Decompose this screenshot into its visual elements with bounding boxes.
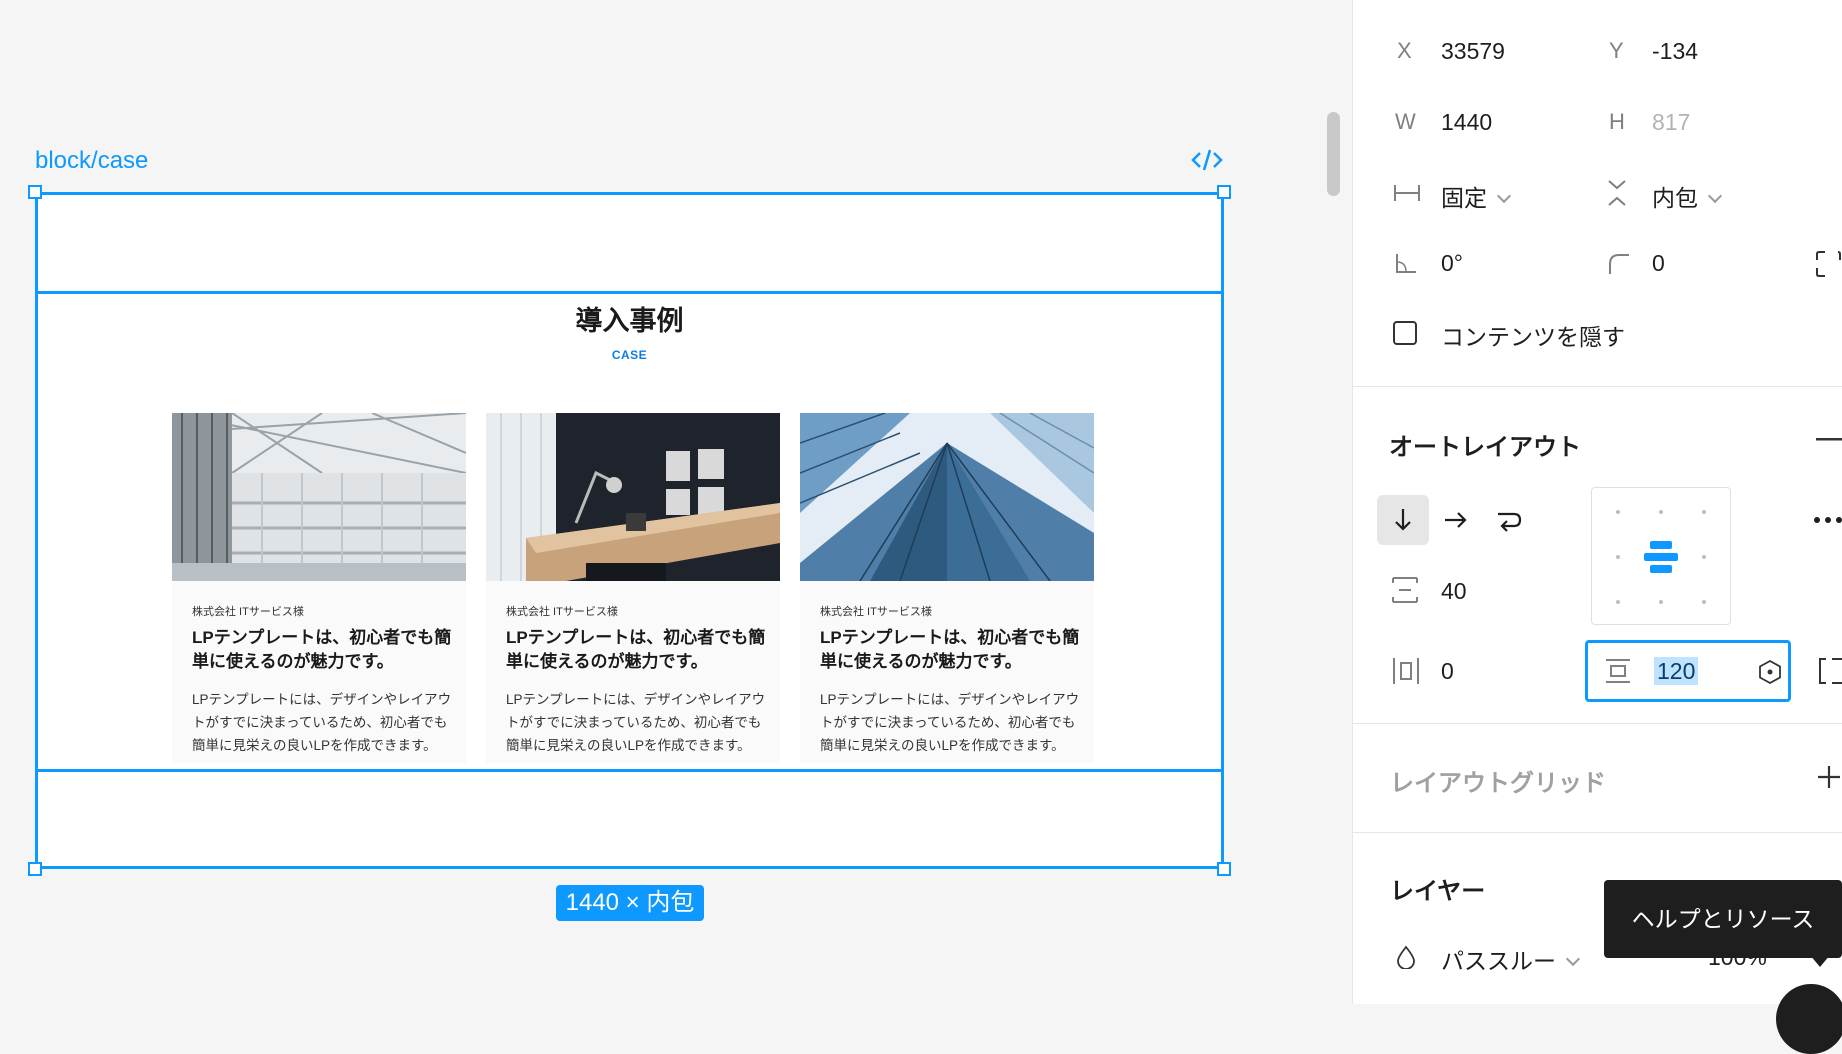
case-card[interactable]: 株式会社 ITサービス様 LPテンプレートは、初心者でも簡単に使えるのが魅力です… (172, 413, 466, 763)
resize-handle-bottom-left[interactable] (28, 862, 42, 876)
corner-radius-icon (1609, 254, 1629, 274)
spacing-between-icon (1392, 577, 1418, 603)
remove-autolayout-icon[interactable] (1816, 438, 1842, 442)
card-title: LPテンプレートは、初心者でも簡単に使えるのが魅力です。 (192, 628, 452, 671)
canvas-scrollbar[interactable] (1327, 112, 1340, 196)
vertical-resize-icon (1608, 180, 1626, 206)
card-company: 株式会社 ITサービス様 (506, 606, 618, 618)
section-title: 導入事例 (575, 306, 684, 336)
wrap-direction-button[interactable] (1483, 495, 1535, 545)
x-input[interactable]: 33579 (1441, 38, 1505, 65)
individual-padding-icon[interactable] (1816, 656, 1842, 686)
horizontal-direction-button[interactable] (1430, 495, 1482, 545)
horizontal-padding-icon (1393, 658, 1419, 684)
case-image-office (486, 413, 780, 581)
wrap-arrow-icon (1498, 512, 1522, 532)
case-image-skyscraper (800, 413, 1094, 581)
h-input[interactable]: 817 (1652, 109, 1690, 136)
vertical-direction-button[interactable] (1377, 495, 1429, 545)
blend-drop-icon (1397, 945, 1415, 969)
vertical-padding-input[interactable]: 120 (1654, 657, 1699, 685)
vertical-padding-field[interactable]: 120 (1585, 640, 1791, 702)
case-image-atrium (172, 413, 466, 581)
w-label: W (1395, 109, 1416, 134)
align-dot[interactable] (1702, 600, 1706, 604)
section-divider (1353, 832, 1842, 833)
card-body: LPテンプレートには、デザインやレイアウトがすでに決まっているため、初心者でも簡… (506, 692, 766, 753)
card-company: 株式会社 ITサービス様 (192, 606, 304, 618)
autolayout-heading: オートレイアウト (1389, 434, 1581, 461)
w-input[interactable]: 1440 (1441, 109, 1492, 136)
design-canvas[interactable]: block/case 導入事例 CASE 株式会社 ITサービス様 LPテンプレ… (0, 0, 1352, 1004)
arrow-right-icon (1445, 512, 1467, 528)
corner-radius-input[interactable]: 0 (1652, 250, 1665, 277)
help-tooltip: ヘルプとリソース (1604, 880, 1842, 958)
card-body: LPテンプレートには、デザインやレイアウトがすでに決まっているため、初心者でも簡… (192, 692, 452, 753)
section-divider (1353, 723, 1842, 724)
align-dot[interactable] (1702, 555, 1706, 559)
tooltip-arrow (1810, 955, 1830, 967)
vertical-padding-icon (1606, 659, 1630, 683)
chevron-down-icon (1565, 951, 1581, 967)
clip-content-label: コンテンツを隠す (1441, 324, 1625, 350)
y-input[interactable]: -134 (1652, 38, 1698, 65)
section-divider (1353, 386, 1842, 387)
section-subtitle: CASE (611, 348, 648, 362)
padding-bottom-guide (38, 769, 1221, 772)
blend-mode-dropdown[interactable]: パススルー (1441, 942, 1581, 976)
clip-content-checkbox[interactable] (1393, 321, 1417, 345)
chevron-down-icon (1496, 188, 1512, 204)
frame-size-badge: 1440 × 内包 (556, 885, 704, 921)
h-label: H (1609, 109, 1625, 134)
resize-handle-top-left[interactable] (28, 185, 42, 199)
align-dot[interactable] (1702, 510, 1706, 514)
rotation-icon (1396, 254, 1416, 273)
arrow-down-icon (1395, 509, 1411, 531)
card-company: 株式会社 ITサービス様 (820, 606, 932, 618)
selected-frame[interactable]: 導入事例 CASE 株式会社 ITサービス様 LPテンプレートは、初心者でも簡単… (35, 192, 1224, 869)
height-mode-value: 内包 (1652, 185, 1698, 211)
case-card[interactable]: 株式会社 ITサービス様 LPテンプレートは、初心者でも簡単に使えるのが魅力です… (486, 413, 780, 763)
x-label: X (1397, 38, 1412, 63)
help-button[interactable] (1776, 984, 1842, 1054)
code-icon[interactable] (1190, 146, 1224, 174)
frame-name-label[interactable]: block/case (35, 147, 148, 175)
layout-grid-heading: レイアウトグリッド (1390, 770, 1606, 797)
rotation-input[interactable]: 0° (1441, 250, 1463, 277)
height-mode-dropdown[interactable]: 内包 (1652, 179, 1723, 213)
add-layout-grid-icon[interactable] (1816, 764, 1842, 790)
resize-handle-bottom-right[interactable] (1217, 862, 1231, 876)
horizontal-resize-icon (1394, 185, 1420, 201)
layers-heading: レイヤー (1390, 878, 1486, 905)
width-mode-dropdown[interactable]: 固定 (1441, 179, 1512, 213)
alignment-grid[interactable] (1591, 487, 1731, 625)
align-dot[interactable] (1616, 555, 1620, 559)
independent-corners-icon[interactable] (1815, 250, 1842, 278)
align-center-icon (1644, 541, 1678, 573)
card-body: LPテンプレートには、デザインやレイアウトがすでに決まっているため、初心者でも簡… (820, 692, 1080, 753)
width-mode-value: 固定 (1441, 185, 1487, 211)
padding-top-guide (38, 291, 1221, 294)
case-card[interactable]: 株式会社 ITサービス様 LPテンプレートは、初心者でも簡単に使えるのが魅力です… (800, 413, 1094, 763)
horizontal-padding-input[interactable]: 0 (1441, 658, 1454, 685)
align-dot[interactable] (1616, 600, 1620, 604)
gap-input[interactable]: 40 (1441, 578, 1467, 605)
chevron-down-icon (1707, 188, 1723, 204)
align-dot[interactable] (1659, 510, 1663, 514)
align-dot[interactable] (1616, 510, 1620, 514)
variable-hexagon-icon[interactable] (1758, 659, 1782, 685)
resize-handle-top-right[interactable] (1217, 185, 1231, 199)
card-title: LPテンプレートは、初心者でも簡単に使えるのが魅力です。 (820, 628, 1080, 671)
more-options-icon[interactable] (1813, 516, 1842, 524)
blend-mode-value: パススルー (1441, 948, 1556, 974)
card-title: LPテンプレートは、初心者でも簡単に使えるのが魅力です。 (506, 628, 766, 671)
y-label: Y (1609, 38, 1624, 63)
align-dot[interactable] (1659, 600, 1663, 604)
